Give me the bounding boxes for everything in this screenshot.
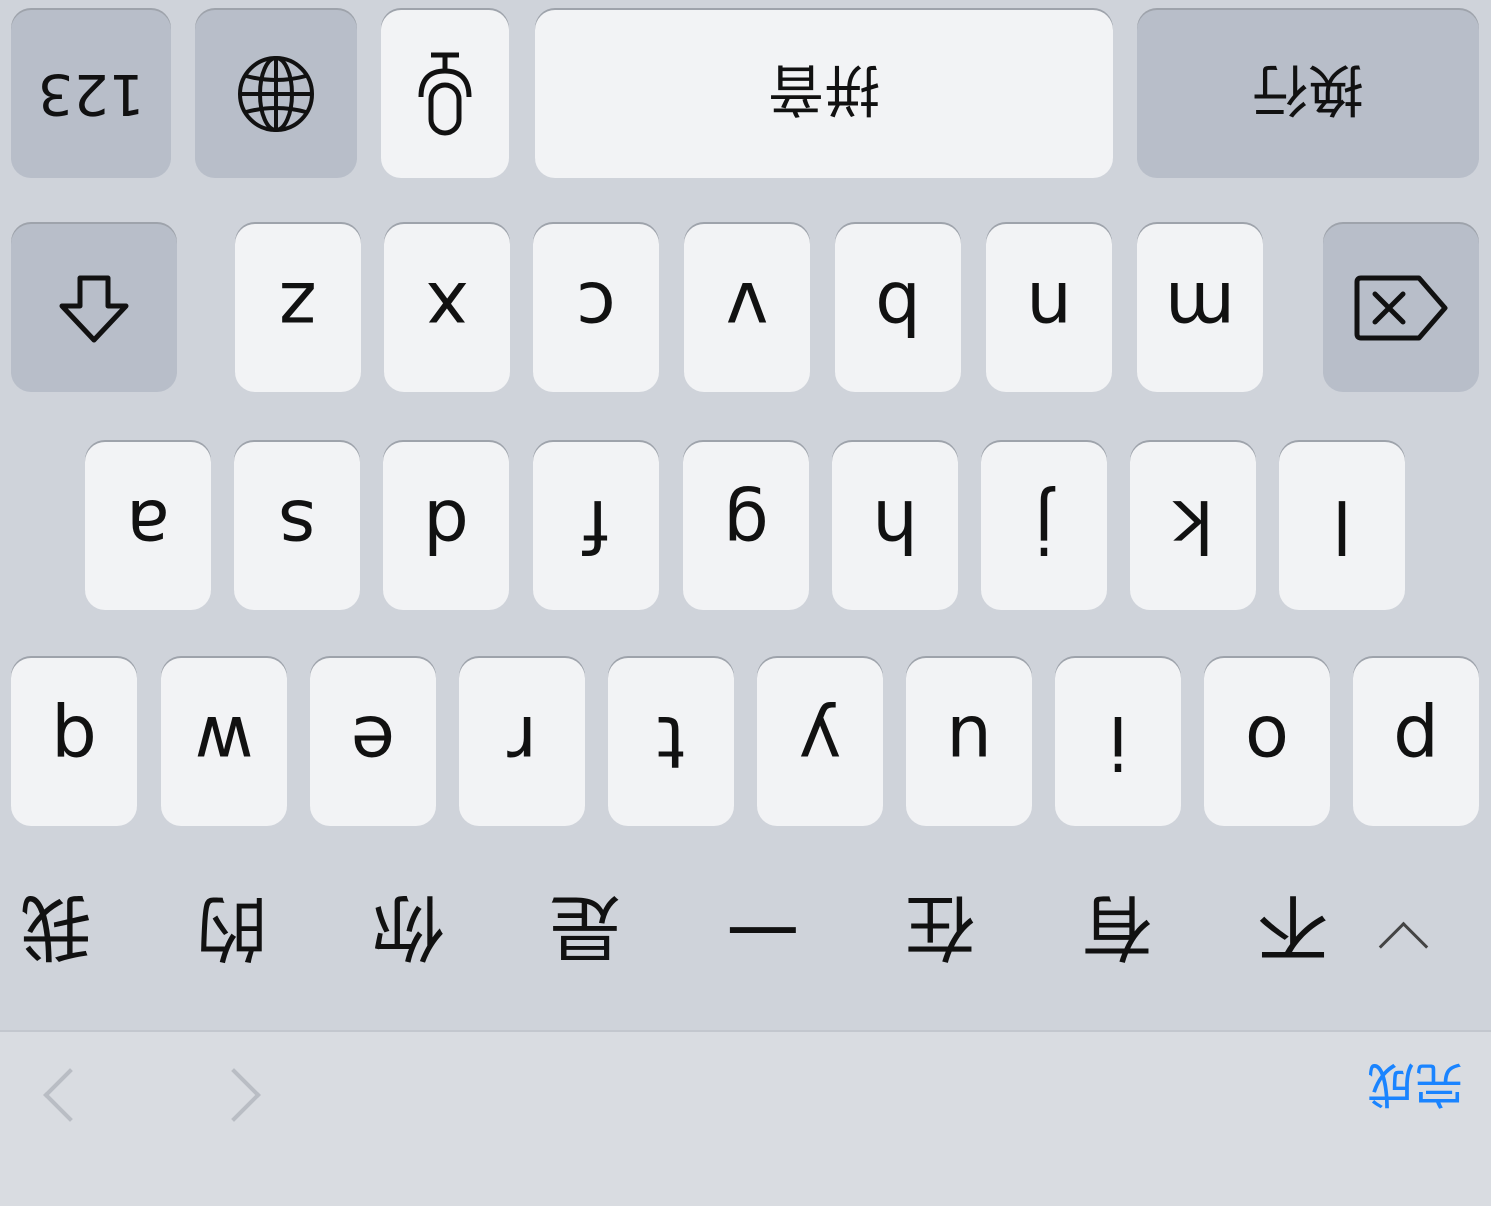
suggestion-item[interactable]: 的 — [177, 881, 287, 986]
suggestion-item[interactable]: 一 — [708, 881, 818, 986]
key-o[interactable]: o — [1204, 658, 1330, 826]
key-k[interactable]: k — [1130, 442, 1256, 610]
key-n[interactable]: n — [986, 224, 1112, 392]
return-key[interactable]: 换行 — [1137, 10, 1479, 178]
delete-icon — [1354, 275, 1448, 341]
key-x[interactable]: x — [384, 224, 510, 392]
key-h[interactable]: h — [832, 442, 958, 610]
dictation-key[interactable] — [381, 10, 509, 178]
suggestion-item[interactable]: 是 — [530, 881, 640, 986]
key-r[interactable]: r — [459, 658, 585, 826]
key-i[interactable]: i — [1055, 658, 1181, 826]
key-a[interactable]: a — [85, 442, 211, 610]
key-l[interactable]: l — [1279, 442, 1405, 610]
key-c[interactable]: c — [533, 224, 659, 392]
globe-icon — [238, 56, 314, 132]
shift-key[interactable] — [11, 224, 177, 392]
suggestion-item[interactable]: 不 — [1238, 881, 1348, 986]
suggestion-item[interactable]: 在 — [885, 881, 995, 986]
key-b[interactable]: b — [835, 224, 961, 392]
key-s[interactable]: s — [234, 442, 360, 610]
suggestion-item[interactable]: 你 — [353, 881, 463, 986]
chevron-left-icon[interactable] — [207, 1068, 261, 1122]
space-key[interactable]: 拼音 — [535, 10, 1113, 178]
key-v[interactable]: v — [684, 224, 810, 392]
done-button[interactable]: 完成 — [1367, 1054, 1463, 1124]
suggestion-item[interactable]: 有 — [1062, 881, 1172, 986]
key-e[interactable]: e — [310, 658, 436, 826]
key-j[interactable]: j — [981, 442, 1107, 610]
divider — [0, 1030, 1491, 1032]
key-w[interactable]: w — [161, 658, 287, 826]
key-m[interactable]: m — [1137, 224, 1263, 392]
key-u[interactable]: u — [906, 658, 1032, 826]
keyboard-toolbar: 完成 — [0, 1030, 1491, 1206]
suggestion-item[interactable]: 我 — [1, 881, 111, 986]
key-g[interactable]: g — [683, 442, 809, 610]
key-p[interactable]: p — [1353, 658, 1479, 826]
numbers-key[interactable]: 123 — [11, 10, 171, 178]
keyboard: 完成 我 的 你 是 一 在 有 不 q w e r t y u i o p a… — [0, 0, 1491, 1206]
shift-icon — [59, 275, 129, 343]
microphone-icon — [418, 52, 472, 136]
key-z[interactable]: z — [235, 224, 361, 392]
key-f[interactable]: f — [533, 442, 659, 610]
delete-key[interactable] — [1323, 224, 1479, 392]
globe-key[interactable] — [195, 10, 357, 178]
key-t[interactable]: t — [608, 658, 734, 826]
key-q[interactable]: q — [11, 658, 137, 826]
chevron-right-icon[interactable] — [43, 1068, 97, 1122]
key-y[interactable]: y — [757, 658, 883, 826]
key-d[interactable]: d — [383, 442, 509, 610]
suggestion-bar: 我 的 你 是 一 在 有 不 — [0, 864, 1491, 1028]
